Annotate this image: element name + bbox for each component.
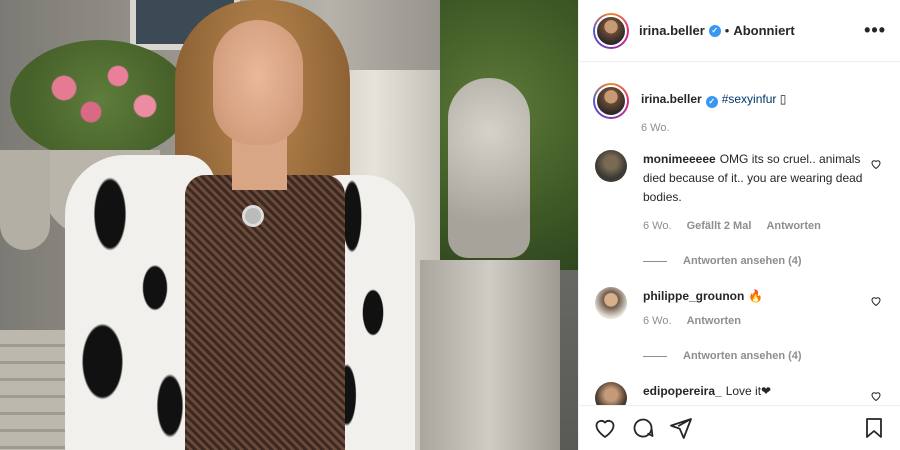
comment-like-icon[interactable] <box>870 295 882 307</box>
comment-like-icon[interactable] <box>870 158 882 170</box>
comment-username[interactable]: monimeeeee <box>643 152 716 166</box>
photo-top <box>185 175 345 450</box>
reply-button[interactable]: Antworten <box>687 315 741 327</box>
photo-pendant <box>242 205 264 227</box>
view-replies-label: Antworten ansehen (4) <box>683 255 802 267</box>
verified-icon: ✓ <box>705 96 718 108</box>
author-username[interactable]: irina.beller <box>639 23 705 38</box>
caption-glyph: ▯ <box>779 92 787 106</box>
comment-like-icon[interactable] <box>870 390 882 402</box>
replies-divider <box>643 261 667 262</box>
follow-status-button[interactable]: Abonniert <box>733 23 794 38</box>
view-replies-button[interactable]: Antworten ansehen (4) <box>643 347 886 366</box>
comment-time[interactable]: 6 Wo. <box>643 315 672 327</box>
verified-icon: ✓ <box>708 24 721 37</box>
action-bar <box>579 405 900 450</box>
comment-avatar[interactable] <box>595 287 627 319</box>
post-photo[interactable] <box>0 0 578 450</box>
comment-row: philippe_grounon 🔥 6 Wo. Antworten Antwor… <box>593 287 886 366</box>
post-header: irina.beller ✓ • Abonniert ••• <box>579 0 900 62</box>
heart-icon[interactable] <box>593 416 617 440</box>
comment-text: 🔥 <box>748 289 764 303</box>
photo-pedestal <box>420 260 560 450</box>
view-replies-button[interactable]: Antworten ansehen (4) <box>643 252 886 271</box>
replies-divider <box>643 356 667 357</box>
comment-icon[interactable] <box>631 416 655 440</box>
caption-row: irina.beller ✓ #sexyinfur ▯ 6 Wo. <box>593 83 886 138</box>
comment-text: Love it❤ <box>725 384 772 398</box>
separator: • <box>724 23 730 38</box>
comment-avatar[interactable] <box>595 150 627 182</box>
comment-username[interactable]: philippe_grounon <box>643 289 744 303</box>
comment-username[interactable]: edipopereira_ <box>643 384 722 398</box>
caption-time[interactable]: 6 Wo. <box>641 122 670 134</box>
more-options-icon[interactable]: ••• <box>864 20 886 41</box>
bookmark-icon[interactable] <box>862 416 886 440</box>
comment-avatar[interactable] <box>595 382 627 405</box>
comments-list[interactable]: irina.beller ✓ #sexyinfur ▯ 6 Wo. monimeee… <box>579 63 900 405</box>
photo-face <box>213 20 303 145</box>
comment-row: edipopereira_ Love it❤ <box>593 382 886 405</box>
photo-statue <box>448 78 530 258</box>
reply-button[interactable]: Antworten <box>766 220 820 232</box>
comment-likes[interactable]: Gefällt 2 Mal <box>687 220 752 232</box>
hashtag-link[interactable]: #sexyinfur <box>722 92 777 106</box>
caption-username[interactable]: irina.beller <box>641 92 702 106</box>
comment-time[interactable]: 6 Wo. <box>643 220 672 232</box>
photo-flowers <box>10 40 190 160</box>
caption-avatar[interactable] <box>593 83 629 119</box>
comment-row: monimeeeee OMG its so cruel.. animals die… <box>593 150 886 271</box>
view-replies-label: Antworten ansehen (4) <box>683 350 802 362</box>
share-icon[interactable] <box>669 416 693 440</box>
author-avatar[interactable] <box>593 12 629 49</box>
photo-urn <box>0 150 50 250</box>
post-sidebar: irina.beller ✓ • Abonniert ••• irina.bel… <box>578 0 900 450</box>
